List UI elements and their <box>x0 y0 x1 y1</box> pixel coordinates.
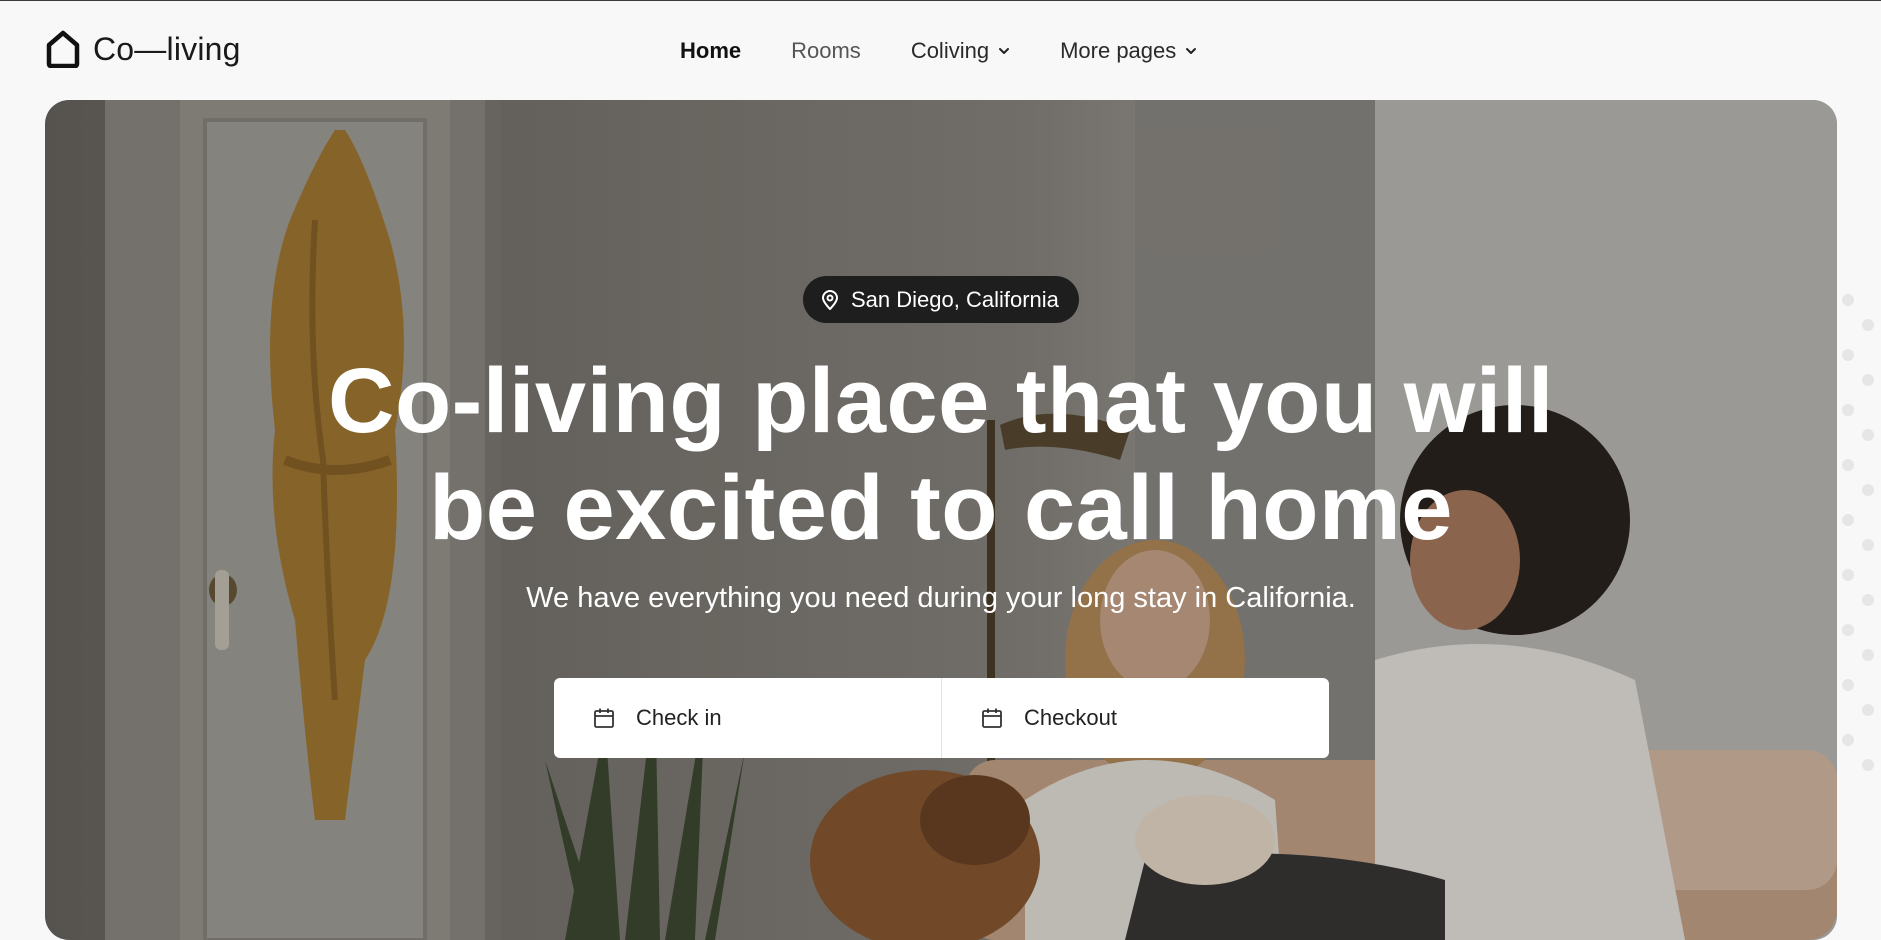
nav-home[interactable]: Home <box>680 36 741 66</box>
decorative-dots <box>1842 294 1874 771</box>
nav-coliving-label: Coliving <box>910 38 990 63</box>
chevron-down-icon <box>1186 48 1197 54</box>
brand-name: Co—living <box>93 31 241 67</box>
location-badge: San Diego, California <box>803 276 1079 323</box>
chevron-down-icon <box>999 48 1010 54</box>
nav-more-pages[interactable]: More pages <box>1060 36 1197 66</box>
checkout-label: Checkout <box>1024 705 1117 730</box>
booking-form: Check in Checkout <box>554 678 1329 758</box>
calendar-icon <box>982 708 1002 728</box>
nav-more-pages-label: More pages <box>1060 38 1177 63</box>
headline-line-1: Co-living place that you will <box>328 350 1554 452</box>
brand-logo[interactable]: Co—living <box>45 30 241 68</box>
check-in-label: Check in <box>636 705 722 730</box>
check-in-field[interactable]: Check in <box>554 678 941 758</box>
hero-headline: Co-living place that you will be excited… <box>291 348 1591 562</box>
nav-home-label: Home <box>680 38 742 63</box>
hero-section: San Diego, California Co-living place th… <box>45 100 1837 940</box>
hero-subtitle: We have everything you need during your … <box>526 582 1356 614</box>
site-header: Co—living Home Rooms Coliving More pages <box>0 0 1881 100</box>
checkout-field[interactable]: Checkout <box>941 678 1329 758</box>
nav-coliving[interactable]: Coliving <box>911 36 1010 66</box>
main-nav: Home Rooms Coliving More pages <box>680 36 1247 66</box>
nav-rooms-label: Rooms <box>791 38 861 63</box>
headline-line-2: be excited to call home <box>429 457 1453 559</box>
map-pin-icon <box>821 289 839 310</box>
location-text: San Diego, California <box>851 286 1059 312</box>
nav-rooms[interactable]: Rooms <box>791 36 861 66</box>
house-icon <box>46 30 80 68</box>
calendar-icon <box>594 708 614 728</box>
hero-content: San Diego, California Co-living place th… <box>45 100 1837 940</box>
